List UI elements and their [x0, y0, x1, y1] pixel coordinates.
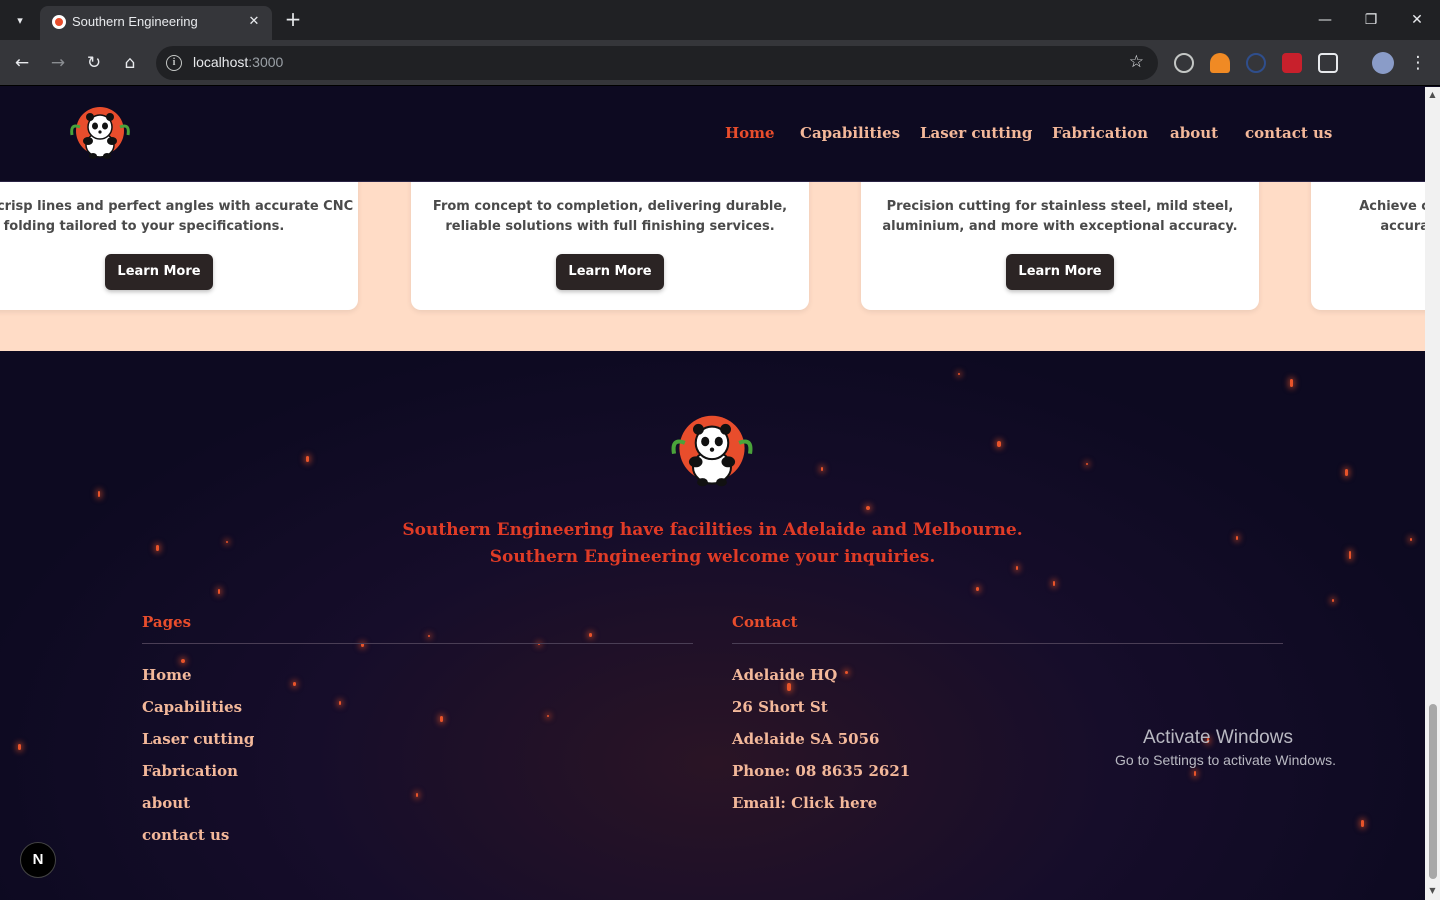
page-scrollbar[interactable]: ▲ ▼ [1425, 87, 1440, 900]
learn-more-button[interactable]: Learn More [1006, 254, 1114, 290]
contact-street: 26 Short St [732, 698, 828, 716]
browser-toolbar: ← → ↻ ⌂ i localhost:3000 ☆ ⋮ [0, 40, 1440, 86]
nav-capabilities[interactable]: Capabilities [800, 124, 900, 142]
ember-particle [1236, 536, 1238, 540]
ember-particle [218, 589, 220, 594]
card-description: Achieve crisp lines and perfect angles w… [0, 199, 354, 234]
ember-particle [18, 744, 21, 750]
footer-tagline: Southern Engineering have facilities in … [402, 520, 1023, 567]
home-icon[interactable]: ⌂ [118, 51, 142, 75]
ember-particle [156, 545, 159, 551]
extension-flame-icon[interactable] [1210, 53, 1230, 73]
learn-more-button[interactable]: Learn More [105, 254, 213, 290]
ember-particle [416, 793, 418, 797]
footer-link-contact-us[interactable]: contact us [142, 826, 229, 844]
footer-pages-title: Pages [142, 613, 192, 631]
ember-particle [1332, 599, 1334, 602]
watermark-line-2: Go to Settings to activate Windows. [1115, 752, 1336, 768]
ember-particle [98, 491, 100, 497]
tab-title: Southern Engineering [72, 14, 198, 29]
site-info-icon[interactable]: i [166, 55, 182, 71]
ember-particle [293, 682, 296, 686]
page-viewport: Achieve crisp lines and perfect angles w… [0, 87, 1425, 900]
profile-avatar[interactable] [1372, 52, 1394, 74]
ember-particle [440, 716, 443, 722]
site-header: Home Capabilities Laser cutting Fabricat… [0, 87, 1425, 182]
ember-particle [1194, 771, 1196, 776]
footer-link-fabrication[interactable]: Fabrication [142, 762, 238, 780]
ember-particle [589, 633, 592, 637]
browser-tab-bar: ▾ Southern Engineering ✕ + — ❐ ✕ [0, 0, 1440, 40]
address-url: localhost:3000 [193, 54, 284, 70]
ember-particle [1345, 469, 1348, 476]
minimize-icon[interactable]: — [1311, 8, 1339, 32]
ember-particle [306, 456, 309, 462]
ember-particle [821, 467, 823, 471]
card-description: From concept to completion, delivering d… [432, 199, 788, 234]
tab-search-icon[interactable]: ▾ [8, 8, 32, 32]
ember-particle [1410, 538, 1412, 541]
ember-particle [1053, 581, 1055, 586]
footer-link-capabilities[interactable]: Capabilities [142, 698, 242, 716]
nav-about[interactable]: about [1170, 124, 1218, 142]
site-footer: Southern Engineering have facilities in … [0, 351, 1425, 900]
footer-divider [142, 643, 693, 644]
watermark-line-1: Activate Windows [1143, 727, 1293, 748]
browser-tab[interactable]: Southern Engineering ✕ [40, 6, 272, 40]
panda-logo-icon[interactable] [66, 105, 134, 161]
contact-email-link[interactable]: Email: Click here [732, 794, 877, 812]
footer-link-home[interactable]: Home [142, 666, 192, 684]
contact-suburb: Adelaide SA 5056 [732, 730, 880, 748]
scrollbar-thumb[interactable] [1429, 704, 1437, 879]
nav-fabrication[interactable]: Fabrication [1052, 124, 1148, 142]
ember-particle [997, 441, 1001, 447]
ember-particle [976, 587, 979, 591]
bookmark-star-icon[interactable]: ☆ [1129, 52, 1144, 72]
extension-red-icon[interactable] [1282, 53, 1302, 73]
back-icon[interactable]: ← [10, 51, 34, 75]
tab-close-icon[interactable]: ✕ [244, 12, 264, 32]
address-bar[interactable]: i localhost:3000 ☆ [156, 46, 1158, 80]
ember-particle [845, 671, 848, 674]
extension-a-icon[interactable] [1246, 53, 1266, 73]
browser-menu-icon[interactable]: ⋮ [1406, 51, 1430, 75]
card-description: Precision cutting for stainless steel, m… [882, 199, 1238, 234]
footer-contact-title: Contact [732, 613, 798, 631]
ember-particle [1086, 463, 1088, 465]
card-description: Achieve crisp lines and perfect angles w… [1359, 199, 1425, 234]
scroll-down-icon[interactable]: ▼ [1428, 886, 1437, 895]
extensions-puzzle-icon[interactable] [1318, 53, 1338, 73]
learn-more-button[interactable]: Learn More [556, 254, 664, 290]
contact-office-name: Adelaide HQ [732, 666, 838, 684]
ember-particle [339, 701, 341, 705]
footer-link-laser-cutting[interactable]: Laser cutting [142, 730, 254, 748]
ember-particle [787, 683, 791, 691]
forward-icon[interactable]: → [46, 51, 70, 75]
ember-particle [547, 715, 549, 717]
ember-particle [1361, 820, 1364, 827]
ember-particle [1290, 379, 1293, 387]
nextjs-dev-badge[interactable]: N [20, 842, 56, 878]
nav-laser-cutting[interactable]: Laser cutting [920, 124, 1032, 142]
nav-home[interactable]: Home [725, 124, 775, 142]
new-tab-icon[interactable]: + [282, 8, 304, 30]
ember-particle [428, 635, 430, 637]
ember-particle [958, 373, 960, 375]
ember-particle [866, 506, 870, 510]
ember-particle [1349, 551, 1351, 559]
footer-panda-logo-icon [671, 415, 753, 487]
footer-link-about[interactable]: about [142, 794, 190, 812]
ember-particle [226, 541, 228, 543]
restore-icon[interactable]: ❐ [1357, 8, 1385, 32]
contact-phone[interactable]: Phone: 08 8635 2621 [732, 762, 910, 780]
windows-activation-watermark: Activate Windows Go to Settings to activ… [1115, 727, 1336, 768]
tab-favicon-icon [52, 15, 66, 29]
scroll-up-icon[interactable]: ▲ [1428, 90, 1437, 99]
reload-icon[interactable]: ↻ [82, 51, 106, 75]
ember-particle [181, 659, 185, 663]
footer-divider [732, 643, 1283, 644]
nav-contact-us[interactable]: contact us [1245, 124, 1332, 142]
extension-target-icon[interactable] [1174, 53, 1194, 73]
window-close-icon[interactable]: ✕ [1403, 8, 1431, 32]
